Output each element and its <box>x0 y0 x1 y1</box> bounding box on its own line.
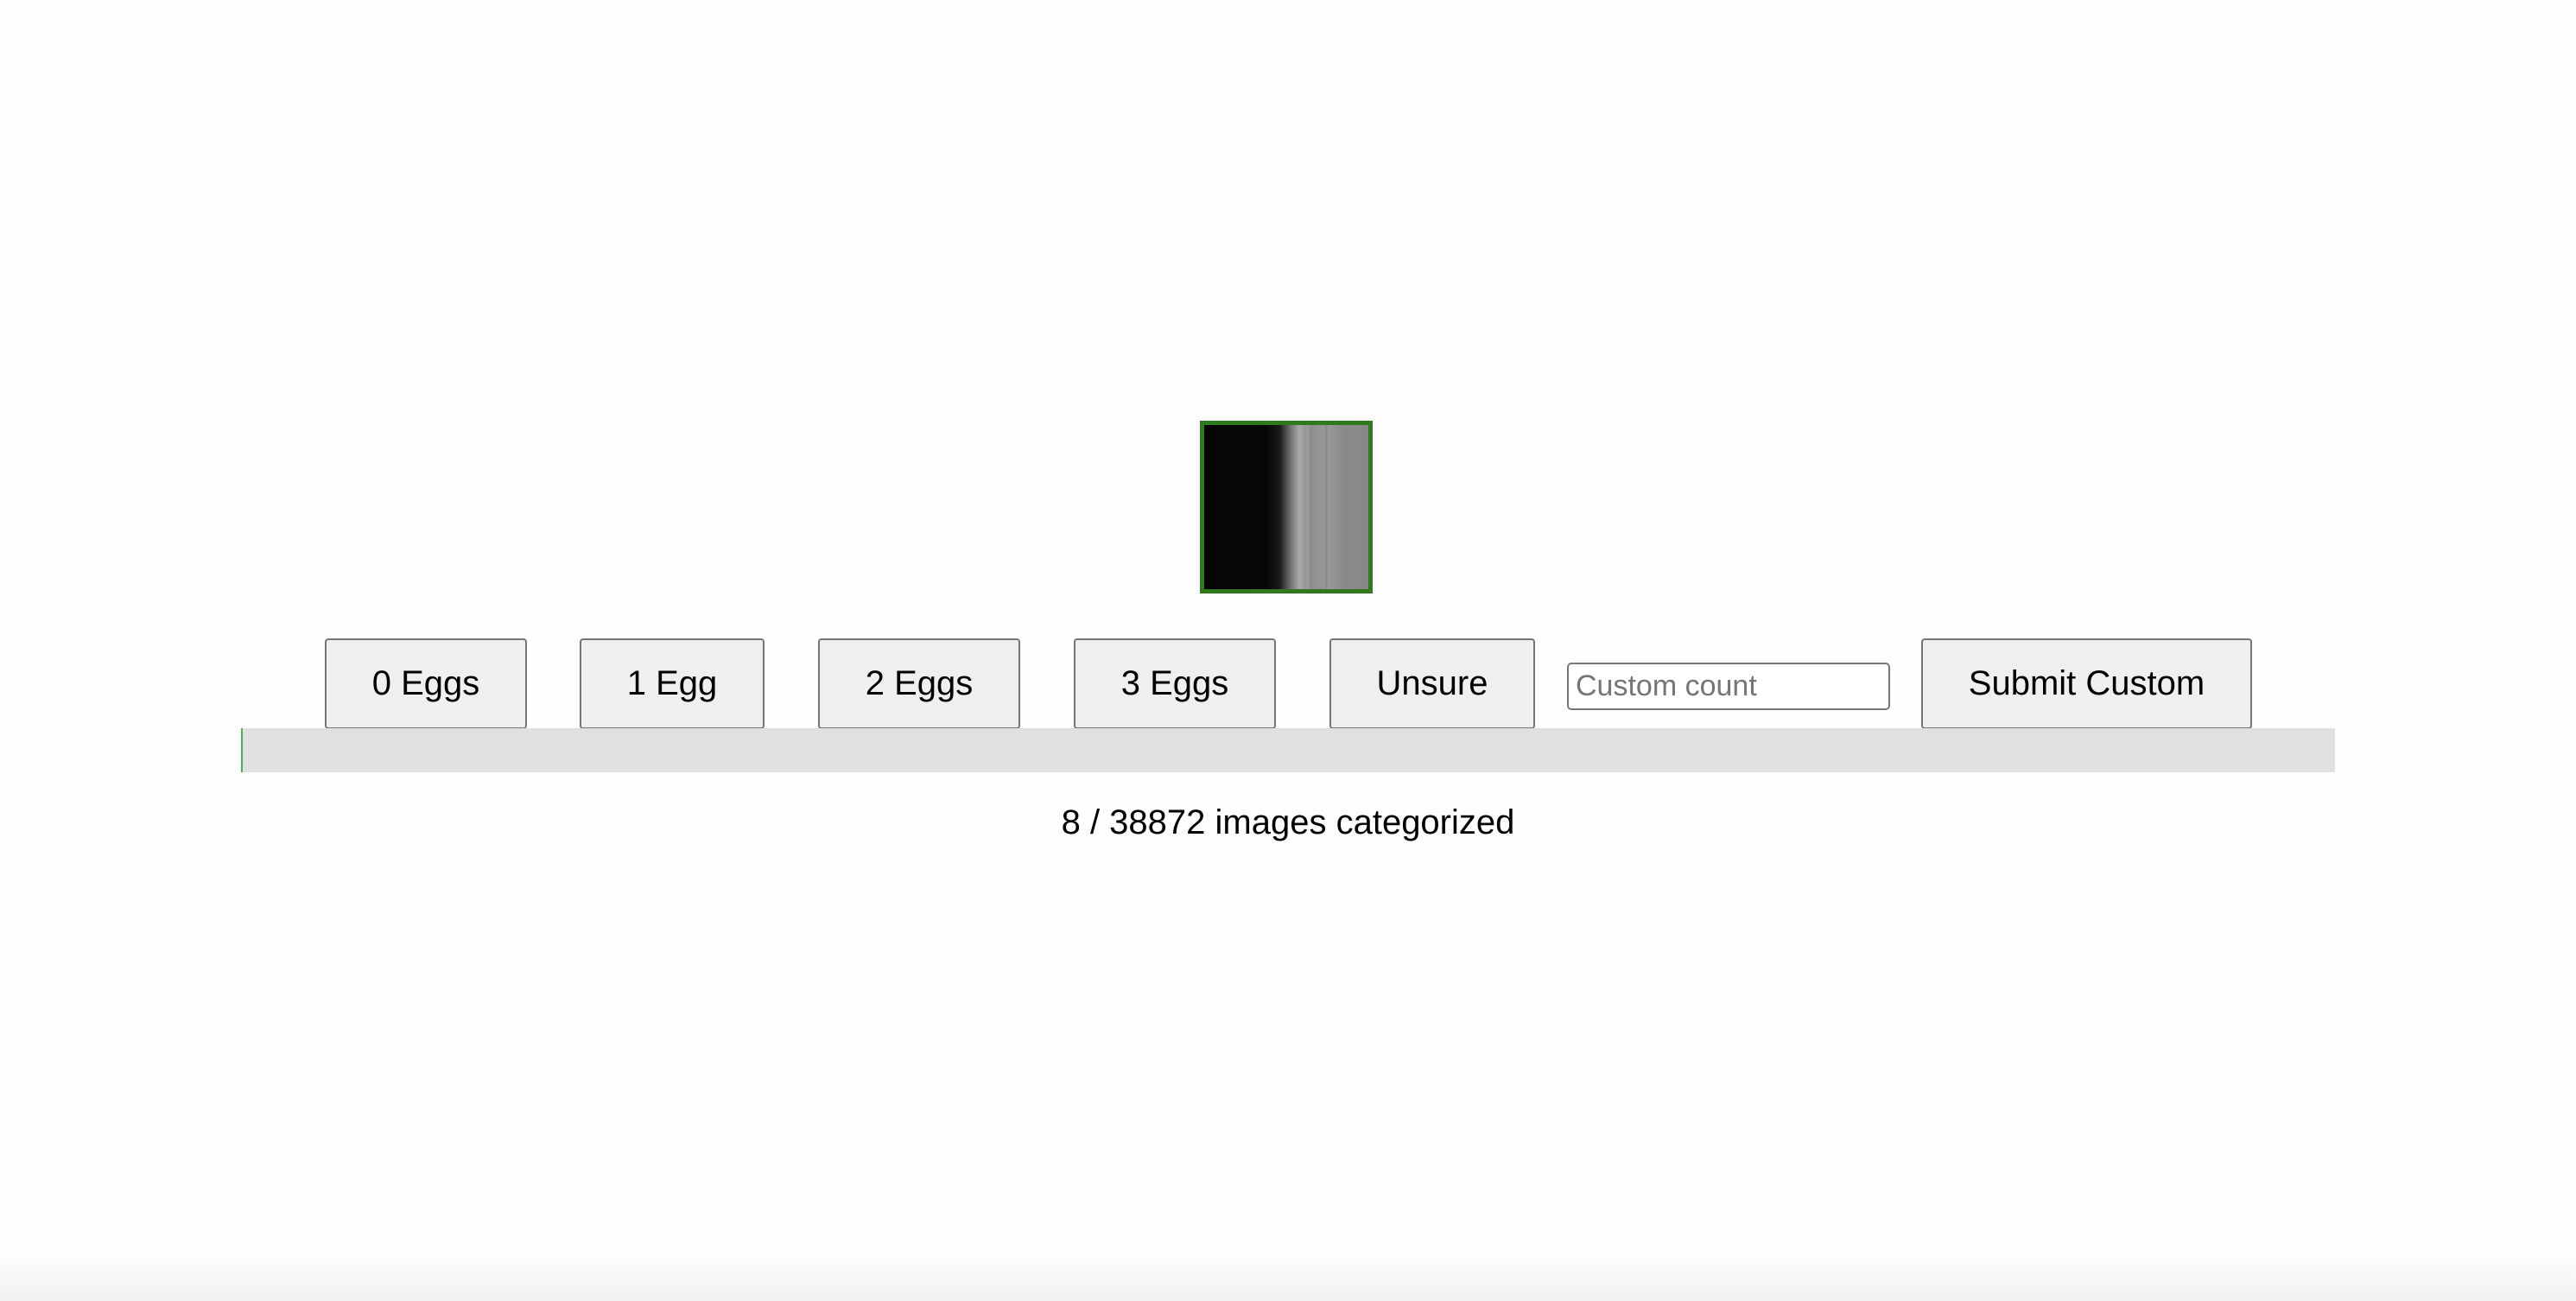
specimen-image <box>1200 421 1373 593</box>
progress-status-text: 8 / 38872 images categorized <box>1061 803 1515 841</box>
zero-eggs-button[interactable]: 0 Eggs <box>325 638 527 729</box>
three-eggs-button[interactable]: 3 Eggs <box>1074 638 1276 729</box>
progress-bar <box>241 728 2335 772</box>
bottom-edge-shadow <box>0 1249 2576 1301</box>
custom-count-input[interactable] <box>1567 663 1890 710</box>
two-eggs-button[interactable]: 2 Eggs <box>818 638 1020 729</box>
specimen-image-graphic <box>1204 425 1368 589</box>
unsure-button[interactable]: Unsure <box>1329 638 1535 729</box>
progress-bar-fill <box>241 728 243 772</box>
one-egg-button[interactable]: 1 Egg <box>580 638 765 729</box>
submit-custom-button[interactable]: Submit Custom <box>1921 638 2252 729</box>
app-stage: 0 Eggs 1 Egg 2 Eggs 3 Eggs Unsure Submit… <box>0 0 2576 1301</box>
